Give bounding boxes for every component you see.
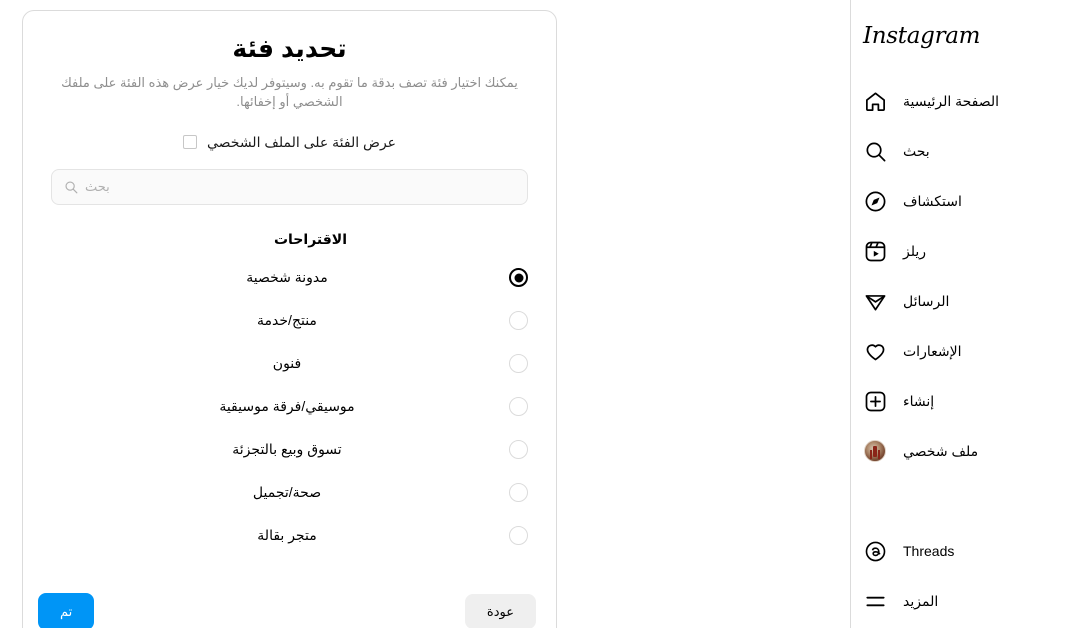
sidebar-item-label: Threads bbox=[903, 543, 955, 559]
sidebar-item-home[interactable]: الصفحة الرئيسية bbox=[863, 76, 1059, 126]
hamburger-menu-icon bbox=[863, 589, 887, 613]
list-item[interactable]: منتج/خدمة bbox=[23, 299, 556, 342]
search-input[interactable]: بحث bbox=[51, 169, 528, 205]
list-item[interactable]: متجر بقالة bbox=[23, 514, 556, 557]
sidebar-item-messages[interactable]: الرسائل bbox=[863, 276, 1059, 326]
sidebar-item-search[interactable]: بحث bbox=[863, 126, 1059, 176]
category-options-list: مدونة شخصية منتج/خدمة فنون موسيقي/فرقة م… bbox=[23, 256, 556, 557]
category-modal-card: تحديد فئة يمكنك اختيار فئة تصف بدقة ما ت… bbox=[22, 10, 557, 628]
home-icon bbox=[863, 89, 887, 113]
sidebar-item-label: الصفحة الرئيسية bbox=[903, 92, 1000, 109]
checkbox-icon[interactable] bbox=[182, 135, 197, 149]
list-item[interactable]: مدونة شخصية bbox=[23, 256, 556, 299]
list-item[interactable]: فنون bbox=[23, 342, 556, 385]
sidebar-item-notifications[interactable]: الإشعارات bbox=[863, 326, 1059, 376]
radio-button[interactable] bbox=[509, 483, 528, 502]
list-item[interactable]: تسوق وبيع بالتجزئة bbox=[23, 428, 556, 471]
heart-icon bbox=[863, 339, 887, 363]
reels-icon bbox=[863, 239, 887, 263]
sidebar-item-explore[interactable]: استكشاف bbox=[863, 176, 1059, 226]
avatar bbox=[864, 440, 886, 462]
sidebar-nav: الصفحة الرئيسية بحث استكشاف ريلز الرسائل… bbox=[863, 76, 1059, 626]
sidebar-item-label: الرسائل bbox=[903, 292, 950, 309]
radio-button[interactable] bbox=[509, 440, 528, 459]
checkbox-label: عرض الفئة على الملف الشخصي bbox=[206, 134, 397, 150]
page-title: تحديد فئة bbox=[232, 35, 347, 63]
suggestions-heading: الاقتراحات bbox=[273, 231, 348, 247]
option-label: مدونة شخصية bbox=[246, 269, 328, 285]
radio-button-selected[interactable] bbox=[509, 268, 528, 287]
sidebar-item-label: بحث bbox=[903, 142, 930, 159]
search-icon bbox=[863, 139, 887, 163]
option-label: فنون bbox=[272, 355, 302, 371]
sidebar-item-label: استكشاف bbox=[903, 192, 962, 209]
sidebar-item-label: ملف شخصي bbox=[903, 442, 979, 459]
instagram-logo-text: Instagram bbox=[863, 23, 981, 49]
sidebar-item-reels[interactable]: ريلز bbox=[863, 226, 1059, 276]
option-label: متجر بقالة bbox=[257, 527, 317, 543]
search-icon bbox=[64, 180, 78, 194]
instagram-logo[interactable]: Instagram bbox=[863, 0, 1059, 72]
instagram-category-selection-screen: تحديد فئة يمكنك اختيار فئة تصف بدقة ما ت… bbox=[0, 0, 1071, 628]
sidebar-item-profile[interactable]: ملف شخصي bbox=[863, 426, 1059, 476]
modal-footer: عودة تم bbox=[23, 581, 556, 628]
sidebar-item-label: المزيد bbox=[903, 592, 939, 609]
instagram-sidebar: Instagram الصفحة الرئيسية بحث استكشاف ري… bbox=[850, 0, 1071, 628]
avatar-icon bbox=[863, 439, 887, 463]
sidebar-item-threads[interactable]: Threads bbox=[863, 526, 1059, 576]
back-button[interactable]: عودة bbox=[464, 593, 536, 628]
option-label: تسوق وبيع بالتجزئة bbox=[232, 441, 342, 457]
done-button[interactable]: تم bbox=[38, 592, 95, 628]
option-label: صحة/تجميل bbox=[252, 484, 322, 500]
radio-button[interactable] bbox=[509, 311, 528, 330]
modal-description: يمكنك اختيار فئة تصف بدقة ما تقوم به. وس… bbox=[61, 75, 518, 109]
modal-header: تحديد فئة يمكنك اختيار فئة تصف بدقة ما ت… bbox=[23, 11, 556, 111]
list-item[interactable]: صحة/تجميل bbox=[23, 471, 556, 514]
list-item[interactable]: موسيقي/فرقة موسيقية bbox=[23, 385, 556, 428]
radio-button[interactable] bbox=[509, 526, 528, 545]
sidebar-item-more[interactable]: المزيد bbox=[863, 576, 1059, 626]
threads-icon bbox=[863, 539, 887, 563]
option-label: منتج/خدمة bbox=[257, 312, 317, 328]
compass-icon bbox=[863, 189, 887, 213]
sidebar-item-label: إنشاء bbox=[903, 392, 935, 409]
sidebar-item-label: ريلز bbox=[903, 242, 927, 259]
messenger-paper-plane-icon bbox=[863, 289, 887, 313]
sidebar-item-create[interactable]: إنشاء bbox=[863, 376, 1059, 426]
search-placeholder: بحث bbox=[85, 179, 110, 194]
show-category-checkbox-row[interactable]: عرض الفئة على الملف الشخصي bbox=[23, 133, 556, 151]
radio-button[interactable] bbox=[509, 354, 528, 373]
plus-square-icon bbox=[863, 389, 887, 413]
sidebar-item-label: الإشعارات bbox=[903, 342, 962, 359]
radio-button[interactable] bbox=[509, 397, 528, 416]
option-label: موسيقي/فرقة موسيقية bbox=[219, 398, 355, 414]
